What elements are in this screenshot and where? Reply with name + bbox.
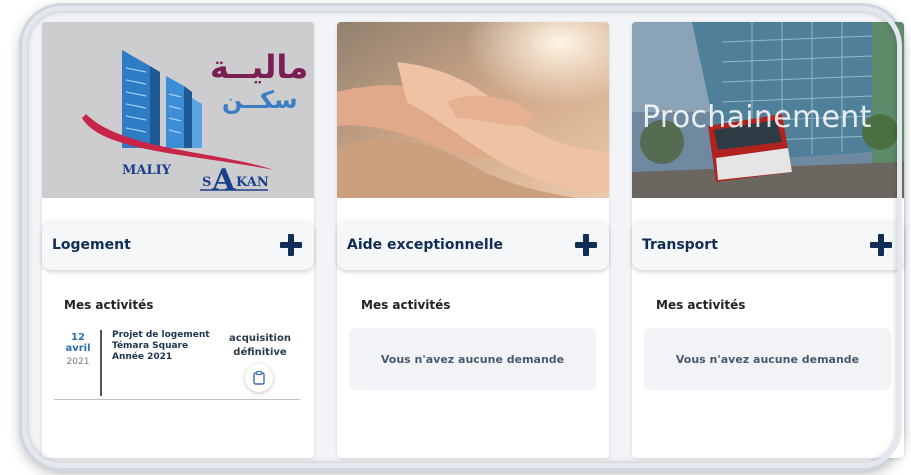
logo-arabic-bottom: سكــن bbox=[222, 86, 298, 114]
logo-arabic-top: ماليــة bbox=[210, 48, 308, 86]
logo-latin-part1: MALIY bbox=[122, 163, 172, 178]
activities-title: Mes activités bbox=[656, 298, 746, 312]
activity-status: acquisition définitive bbox=[229, 333, 291, 358]
coming-soon-overlay: Prochainement bbox=[642, 100, 872, 135]
plus-icon[interactable] bbox=[280, 234, 302, 256]
activity-date: 12 avril 2021 bbox=[58, 332, 98, 367]
card-transport: Prochainement Transport Mes activités Vo… bbox=[632, 22, 904, 458]
category-bar-transport: Transport bbox=[632, 220, 904, 270]
card-logement: ماليــة سكــن MALIY S A KAN Logement Mes… bbox=[42, 22, 314, 458]
plus-icon[interactable] bbox=[575, 234, 597, 256]
logo-latin-big: A bbox=[211, 163, 236, 198]
activities-title: Mes activités bbox=[361, 298, 451, 312]
maliya-sakan-logo: ماليــة سكــن MALIY S A KAN bbox=[42, 22, 314, 198]
category-title: Transport bbox=[642, 237, 718, 253]
empty-activities-message: Vous n'avez aucune demande bbox=[644, 328, 891, 390]
activity-entry[interactable]: 12 avril 2021 Projet de logement Témara … bbox=[54, 328, 300, 400]
category-title: Logement bbox=[52, 237, 131, 253]
card-aide-exceptionnelle: Aide exceptionnelle Mes activités Vous n… bbox=[337, 22, 609, 458]
logo-latin-part2: S bbox=[202, 175, 211, 190]
activity-day: 12 avril bbox=[65, 332, 91, 354]
category-bar-aide: Aide exceptionnelle bbox=[337, 220, 609, 270]
clipboard-icon bbox=[253, 371, 265, 385]
activity-project: Projet de logement Témara Square Année 2… bbox=[112, 330, 210, 362]
category-title: Aide exceptionnelle bbox=[347, 237, 503, 253]
plus-icon[interactable] bbox=[870, 234, 892, 256]
view-document-button[interactable] bbox=[245, 364, 273, 392]
tramway-photo: Prochainement bbox=[632, 22, 904, 198]
activities-title: Mes activités bbox=[64, 298, 154, 312]
timeline-divider bbox=[100, 330, 102, 396]
activity-year: 2021 bbox=[66, 357, 90, 367]
category-bar-logement: Logement bbox=[42, 220, 314, 270]
logo-latin-part3: KAN bbox=[236, 175, 269, 190]
holding-hands-photo bbox=[337, 22, 609, 198]
empty-activities-message: Vous n'avez aucune demande bbox=[349, 328, 596, 390]
